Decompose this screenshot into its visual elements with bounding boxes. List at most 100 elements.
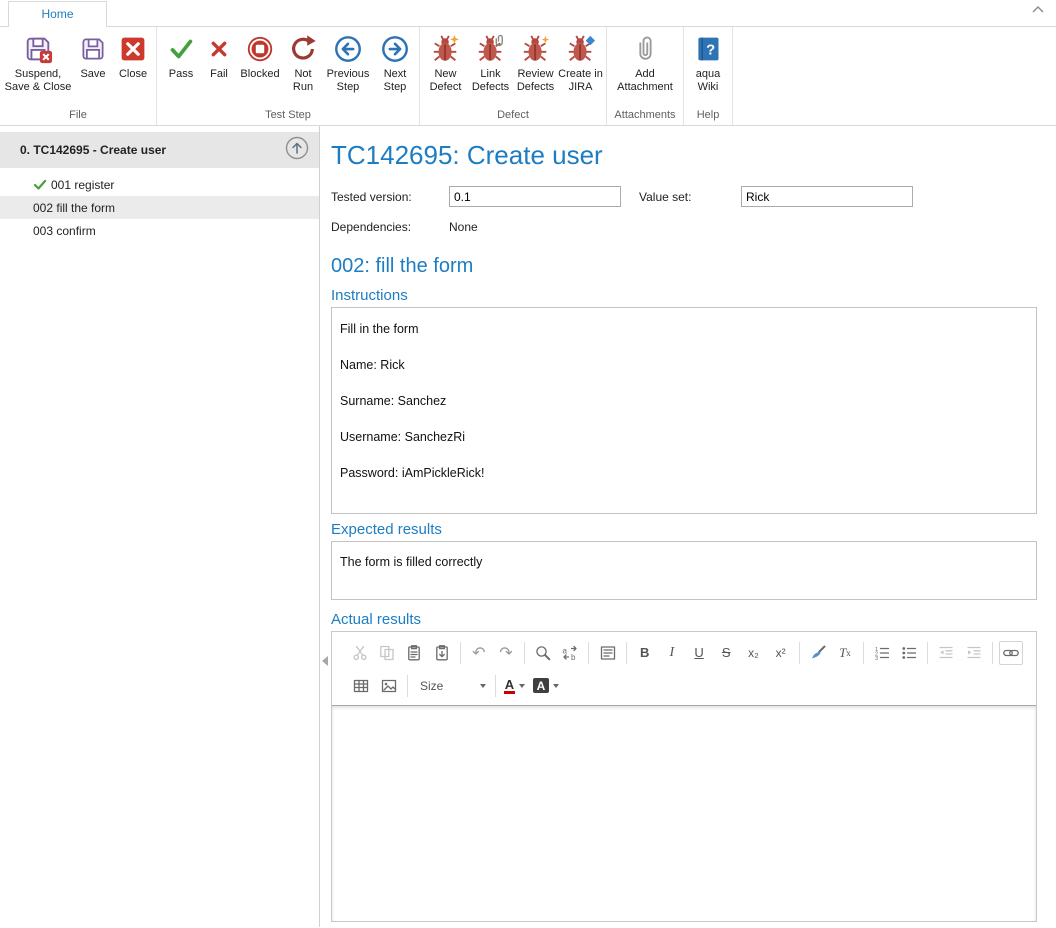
instruction-line: Surname: Sanchez: [340, 393, 1028, 410]
close-button[interactable]: Close: [113, 28, 153, 81]
link-icon[interactable]: [999, 641, 1023, 665]
paste-icon[interactable]: [402, 641, 426, 665]
step-item-label: 002 fill the form: [33, 201, 115, 215]
pass-check-icon: [166, 32, 196, 66]
blocked-stop-icon: [245, 32, 275, 66]
ribbon-body: Suspend, Save & Close Save: [0, 27, 1056, 126]
dependencies-row: Dependencies: None: [331, 220, 1037, 234]
instruction-line: Name: Rick: [340, 357, 1028, 374]
test-case-node[interactable]: 0. TC142695 - Create user: [0, 132, 319, 168]
blocked-label: Blocked: [240, 68, 279, 81]
review-defects-bug-icon: [521, 32, 551, 66]
add-attachment-label: Add Attachment: [610, 68, 680, 94]
create-in-jira-button[interactable]: Create in JIRA: [558, 28, 603, 94]
step-item-label: 003 confirm: [33, 224, 96, 238]
expected-results-label: Expected results: [331, 521, 1037, 538]
instruction-line: Username: SanchezRi: [340, 429, 1028, 446]
insert-table-icon[interactable]: [348, 674, 373, 698]
tab-home[interactable]: Home: [8, 1, 107, 27]
copy-formatting-icon[interactable]: [806, 641, 830, 665]
pass-button[interactable]: Pass: [160, 28, 202, 81]
strikethrough-icon[interactable]: S: [714, 641, 738, 665]
test-execution-pane: TC142695: Create user Tested version: Va…: [320, 126, 1056, 927]
tested-version-input[interactable]: [449, 186, 621, 207]
ribbon-collapse-icon[interactable]: [1032, 0, 1044, 18]
remove-format-icon[interactable]: Tx: [833, 641, 857, 665]
new-defect-label: New Defect: [423, 68, 468, 94]
replace-icon[interactable]: a b: [558, 641, 582, 665]
font-size-label: Size: [420, 679, 476, 693]
dependencies-label: Dependencies:: [331, 220, 449, 234]
fail-label: Fail: [210, 68, 228, 81]
blocked-button[interactable]: Blocked: [236, 28, 284, 81]
underline-icon[interactable]: U: [687, 641, 711, 665]
instructions-label: Instructions: [331, 287, 1037, 304]
italic-icon[interactable]: I: [660, 641, 684, 665]
text-color-button[interactable]: A: [502, 674, 527, 698]
svg-text:?: ?: [706, 43, 715, 59]
create-in-jira-label: Create in JIRA: [558, 68, 603, 94]
background-color-button[interactable]: A: [530, 674, 562, 698]
fail-button[interactable]: Fail: [202, 28, 236, 81]
copy-icon[interactable]: [375, 641, 399, 665]
jira-bug-icon: [566, 32, 596, 66]
step-item-002[interactable]: 002 fill the form: [0, 196, 319, 219]
bold-icon[interactable]: B: [633, 641, 657, 665]
editor-toolbar-row-2: Size A A: [348, 669, 1026, 702]
previous-step-button[interactable]: Previous Step: [322, 28, 374, 94]
subscript-icon[interactable]: x₂: [741, 641, 765, 665]
ribbon-group-help: ? aqua Wiki Help: [684, 27, 733, 125]
editor-toolbar-row-1: ↶ ↷ a b: [348, 636, 1026, 669]
next-step-button[interactable]: Next Step: [374, 28, 416, 94]
paste-plain-text-icon[interactable]: [430, 641, 454, 665]
review-defects-button[interactable]: Review Defects: [513, 28, 558, 94]
bullet-list-icon[interactable]: [897, 641, 921, 665]
new-defect-button[interactable]: New Defect: [423, 28, 468, 94]
expected-results-box: The form is filled correctly: [331, 541, 1037, 600]
add-attachment-button[interactable]: Add Attachment: [610, 28, 680, 94]
ribbon-group-attachments: Add Attachment Attachments: [607, 27, 684, 125]
close-icon: [119, 32, 147, 66]
ribbon-group-test-step: Pass Fail: [157, 27, 420, 125]
font-size-dropdown[interactable]: Size: [414, 674, 492, 698]
toolbar-separator: [927, 642, 928, 664]
chevron-down-icon: [553, 684, 559, 688]
actual-results-input[interactable]: [332, 705, 1036, 921]
step-item-001[interactable]: 001 register: [0, 173, 319, 196]
group-label-test-step: Test Step: [157, 108, 419, 125]
scroll-to-top-icon[interactable]: [285, 136, 309, 165]
link-defects-label: Link Defects: [468, 68, 513, 94]
suspend-save-close-button[interactable]: Suspend, Save & Close: [3, 28, 73, 94]
superscript-icon[interactable]: x²: [769, 641, 793, 665]
editor-toolbar: ↶ ↷ a b: [332, 632, 1036, 705]
insert-image-icon[interactable]: [376, 674, 401, 698]
link-defects-button[interactable]: Link Defects: [468, 28, 513, 94]
save-button[interactable]: Save: [73, 28, 113, 81]
page-title: TC142695: Create user: [331, 140, 1037, 171]
svg-text:a: a: [563, 646, 568, 655]
select-all-icon[interactable]: [595, 641, 619, 665]
instruction-line: Fill in the form: [340, 321, 1028, 338]
content-area: 0. TC142695 - Create user 001 register 0…: [0, 126, 1056, 927]
sidebar-collapse-handle[interactable]: [322, 656, 328, 666]
value-set-input[interactable]: [741, 186, 913, 207]
toolbar-separator: [495, 675, 496, 697]
toolbar-separator: [863, 642, 864, 664]
chevron-down-icon: [480, 684, 486, 688]
group-label-file: File: [0, 108, 156, 125]
numbered-list-icon[interactable]: 1 2 3: [870, 641, 894, 665]
cut-icon[interactable]: [348, 641, 372, 665]
find-icon[interactable]: [531, 641, 555, 665]
new-defect-bug-icon: [431, 32, 461, 66]
toolbar-separator: [460, 642, 461, 664]
aqua-wiki-button[interactable]: ? aqua Wiki: [687, 28, 729, 94]
increase-indent-icon[interactable]: [962, 641, 986, 665]
group-label-attachments: Attachments: [607, 108, 683, 125]
decrease-indent-icon[interactable]: [934, 641, 958, 665]
not-run-button[interactable]: Not Run: [284, 28, 322, 94]
link-defects-bug-icon: [476, 32, 506, 66]
redo-icon[interactable]: ↷: [494, 641, 518, 665]
undo-icon[interactable]: ↶: [467, 641, 491, 665]
step-item-003[interactable]: 003 confirm: [0, 219, 319, 242]
ribbon-tab-strip: Home: [0, 0, 1056, 27]
